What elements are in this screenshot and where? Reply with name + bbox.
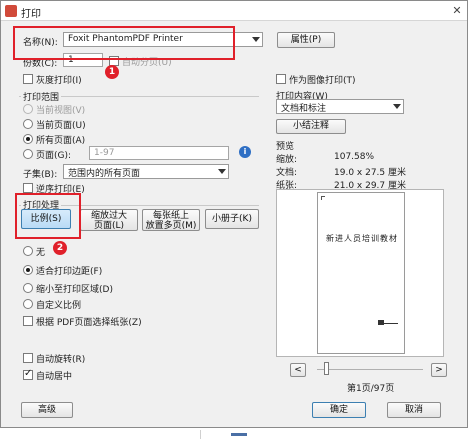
previous-page-button[interactable]: < [290, 363, 306, 377]
fit-margins-label: 适合打印边距(F) [36, 267, 103, 277]
title-bar: 打印 ✕ [1, 1, 467, 21]
grayscale-checkbox[interactable] [23, 74, 33, 84]
auto-rotate-label: 自动旋转(R) [36, 355, 86, 365]
zoom-value: 107.58% [334, 152, 375, 162]
highlight-printer-box [13, 26, 235, 60]
custom-scale-label: 自定义比例 [36, 301, 82, 311]
custom-scale-radio[interactable] [23, 299, 33, 309]
summarize-comments-button[interactable]: 小结注释 [276, 119, 346, 134]
document-size-value: 19.0 x 27.5 厘米 [334, 168, 406, 178]
page-slider-handle[interactable] [324, 362, 329, 375]
preview-area: 新进人员培训教材 [276, 189, 444, 357]
range-group-title: 打印范围 [21, 90, 62, 103]
advanced-button[interactable]: 高级 [21, 402, 73, 418]
shrink-to-area-label: 缩小至打印区域(D) [36, 285, 113, 295]
pages-radio[interactable] [23, 149, 33, 159]
all-pages-radio[interactable] [23, 134, 33, 144]
current-view-radio[interactable] [23, 104, 33, 114]
booklet-button[interactable]: 小册子(K) [205, 209, 259, 229]
page-status: 第1页/97页 [347, 384, 395, 394]
pages-input-value: 1-97 [94, 148, 115, 158]
ok-button[interactable]: 确定 [312, 402, 366, 418]
cancel-button[interactable]: 取消 [387, 402, 441, 418]
print-dialog: 打印 ✕ 名称(N): Foxit PhantomPDF Printer 属性(… [0, 0, 468, 428]
content-select-value: 文档和标注 [281, 104, 327, 114]
auto-center-checkbox[interactable] [23, 368, 33, 380]
background-page-mark [231, 433, 247, 436]
highlight-handling-box [15, 193, 81, 239]
next-page-button[interactable]: > [431, 363, 447, 377]
preview-page: 新进人员培训教材 [317, 192, 405, 354]
none-radio[interactable] [23, 246, 33, 256]
chevron-down-icon [218, 169, 226, 174]
crop-mark [321, 196, 325, 200]
auto-rotate-checkbox[interactable] [23, 353, 33, 363]
all-pages-label: 所有页面(A) [36, 136, 86, 146]
multiple-pages-button[interactable]: 每张纸上 放置多页(M) [142, 209, 200, 231]
zoom-label: 缩放: [276, 155, 298, 165]
subset-select[interactable]: 范围内的所有页面 [63, 164, 229, 179]
pages-input[interactable]: 1-97 [89, 146, 229, 160]
grayscale-label: 灰度打印(I) [36, 76, 82, 86]
content-select[interactable]: 文档和标注 [276, 99, 404, 114]
print-as-image-label: 作为图像打印(T) [289, 76, 356, 86]
document-size-label: 文档: [276, 168, 298, 178]
pages-label: 页面(G): [36, 151, 72, 161]
preview-title: 预览 [276, 142, 295, 152]
chevron-down-icon [252, 37, 260, 42]
info-icon[interactable]: i [239, 146, 251, 158]
choose-paper-label: 根据 PDF页面选择纸张(Z) [36, 318, 142, 328]
current-view-label: 当前视图(V) [36, 106, 86, 116]
current-page-label: 当前页面(U) [36, 121, 86, 131]
none-label: 无 [36, 248, 46, 258]
auto-center-label: 自动居中 [36, 372, 73, 382]
page-heading: 新进人员培训教材 [326, 234, 398, 243]
app-icon [5, 5, 17, 17]
page-slider-track[interactable] [317, 369, 423, 370]
properties-button[interactable]: 属性(P) [277, 32, 335, 48]
chevron-down-icon [393, 104, 401, 109]
annotation-badge-2: 2 [53, 241, 67, 255]
shrink-to-area-radio[interactable] [23, 283, 33, 293]
subset-label: 子集(B): [23, 170, 58, 180]
page-footer-mark [378, 320, 384, 325]
choose-paper-checkbox[interactable] [23, 316, 33, 326]
subset-select-value: 范围内的所有页面 [68, 169, 141, 179]
background-page [200, 430, 260, 439]
shrink-oversized-button[interactable]: 缩放过大 页面(L) [80, 209, 138, 231]
annotation-badge-1: 1 [105, 65, 119, 79]
window-title: 打印 [21, 9, 41, 20]
close-icon[interactable]: ✕ [449, 4, 465, 18]
reverse-checkbox[interactable] [23, 183, 33, 193]
fit-margins-radio[interactable] [23, 265, 33, 275]
print-as-image-checkbox[interactable] [276, 74, 286, 84]
current-page-radio[interactable] [23, 119, 33, 129]
